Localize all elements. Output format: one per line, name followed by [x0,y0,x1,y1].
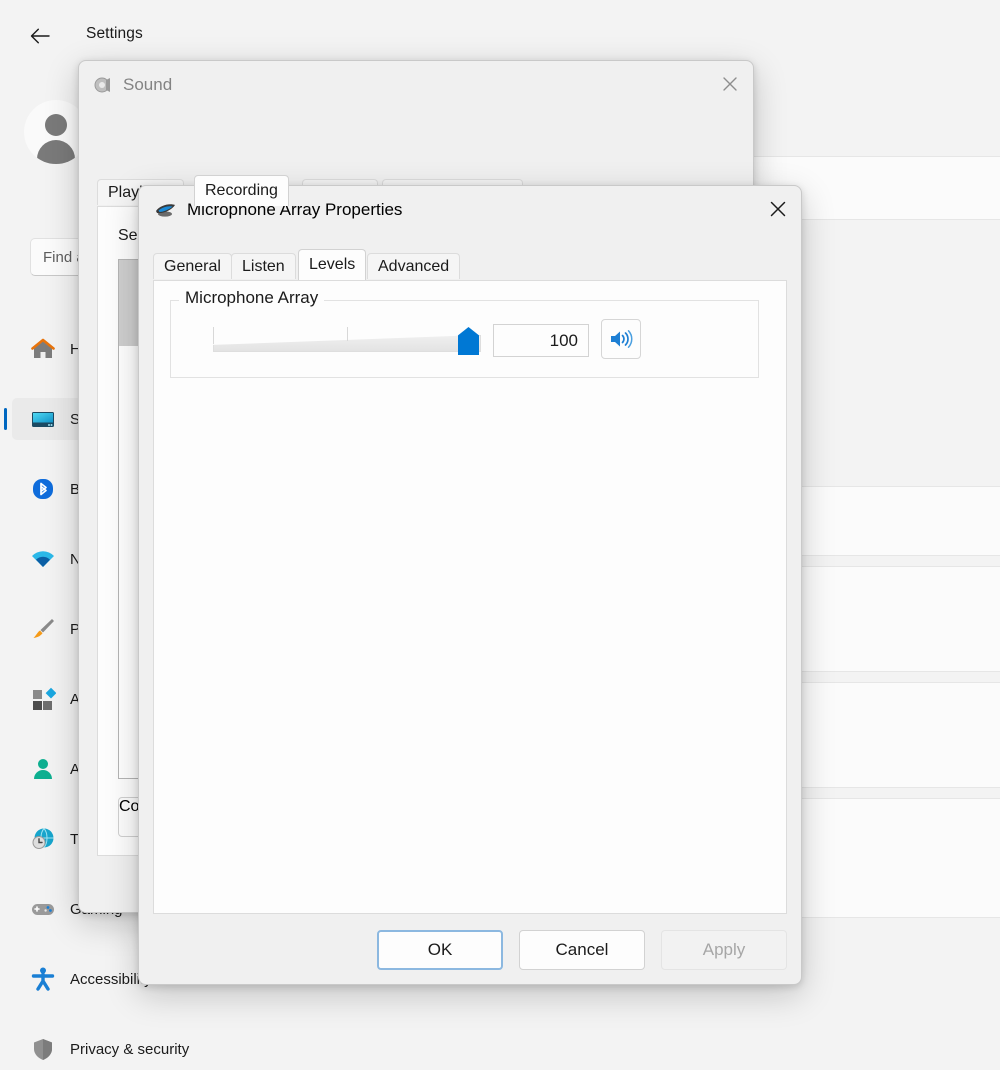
microphone-level-slider[interactable] [213,327,481,355]
bluetooth-icon [30,476,56,502]
back-arrow-icon [30,28,50,44]
tab-label: Levels [309,256,355,274]
sidebar-item-privacy-security[interactable]: Privacy & security [12,1028,188,1070]
slider-tick [213,327,214,344]
levels-group-box: Microphone Array 100 [170,300,759,378]
dialog-button-row: OK Cancel Apply [377,930,787,970]
close-icon[interactable] [755,186,801,232]
microphone-array-properties-dialog: Microphone Array Properties General List… [138,185,802,985]
tab-levels[interactable]: Levels [298,249,366,280]
tab-recording[interactable]: Recording [194,175,289,206]
paintbrush-icon [30,616,56,642]
gamepad-icon [30,896,56,922]
cancel-button[interactable]: Cancel [519,930,645,970]
sound-dialog-titlebar[interactable]: Sound [79,61,753,109]
tab-listen[interactable]: Listen [231,253,296,279]
back-button[interactable] [24,20,56,52]
tab-general[interactable]: General [153,253,232,279]
tab-label: Listen [242,258,285,276]
apps-blocks-icon [30,686,56,712]
speaker-icon [93,75,113,95]
shield-icon [30,1036,56,1062]
system-display-icon [30,406,56,432]
tab-label: Advanced [378,258,449,276]
levels-tab-page: Microphone Array 100 [153,280,787,914]
clock-globe-icon [30,826,56,852]
tab-label: Recording [205,182,278,200]
slider-thumb[interactable] [458,327,479,355]
home-icon [30,336,56,362]
tab-advanced[interactable]: Advanced [367,253,460,279]
microphone-array-icon [153,201,177,219]
microphone-level-value[interactable]: 100 [493,324,589,357]
settings-titlebar: Settings [0,0,1000,66]
speaker-volume-icon [609,328,633,350]
accessibility-icon [30,966,56,992]
close-icon[interactable] [707,61,753,107]
mute-toggle-button[interactable] [601,319,641,359]
settings-app-title: Settings [86,25,143,43]
slider-tick [347,327,348,341]
tab-label: General [164,258,221,276]
apply-button: Apply [661,930,787,970]
levels-group-label: Microphone Array [179,288,324,308]
wifi-icon [30,546,56,572]
person-icon [30,756,56,782]
sidebar-item-label: Privacy & security [70,1041,189,1058]
mic-dialog-tabs: General Listen Levels Advanced [153,249,787,280]
ok-button[interactable]: OK [377,930,503,970]
sound-dialog-title: Sound [123,75,172,95]
